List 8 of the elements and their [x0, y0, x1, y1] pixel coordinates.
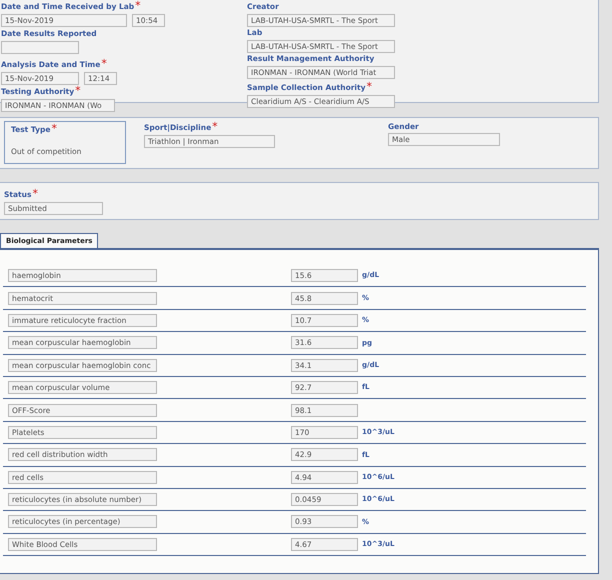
required-asterisk: * — [366, 82, 372, 92]
required-asterisk: * — [75, 86, 81, 96]
required-asterisk: * — [135, 1, 141, 11]
required-asterisk: * — [101, 59, 107, 69]
required-asterisk: * — [32, 189, 38, 199]
required-asterisk: * — [51, 124, 57, 134]
required-asterisk: * — [212, 122, 218, 132]
date-field[interactable] — [1, 41, 79, 54]
